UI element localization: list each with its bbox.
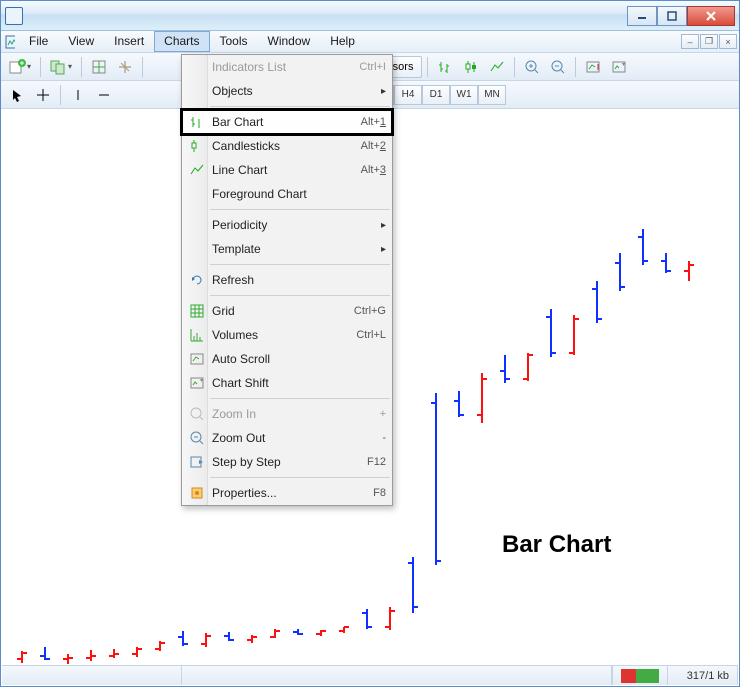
menu-line-chart[interactable]: Line Chart Alt+3 [182, 158, 392, 182]
horizontal-line-button[interactable] [92, 84, 116, 106]
menu-file[interactable]: File [19, 31, 58, 52]
line-chart-button[interactable] [485, 56, 509, 78]
menu-properties[interactable]: Properties...F8 [182, 481, 392, 505]
cursor-button[interactable] [5, 84, 29, 106]
menu-auto-scroll[interactable]: Auto Scroll [182, 347, 392, 371]
status-kb: 317/1 kb [668, 666, 738, 685]
menu-periodicity[interactable]: Periodicity▸ [182, 213, 392, 237]
menu-indicators-list[interactable]: Indicators ListCtrl+I [182, 55, 392, 79]
market-watch-button[interactable] [87, 56, 111, 78]
connection-icon [621, 669, 659, 683]
auto-scroll-button[interactable] [581, 56, 605, 78]
menu-insert[interactable]: Insert [104, 31, 154, 52]
minimize-button[interactable] [627, 6, 657, 26]
mdi-close-button[interactable]: × [719, 34, 737, 49]
zoom-out-button[interactable] [546, 56, 570, 78]
profiles-button[interactable]: ▾ [46, 56, 76, 78]
timeframe-w1[interactable]: W1 [450, 85, 478, 105]
crosshair-button[interactable] [31, 84, 55, 106]
menu-candlesticks[interactable]: Candlesticks Alt+2 [182, 134, 392, 158]
titlebar[interactable] [1, 1, 739, 31]
mdi-restore-button[interactable]: ❐ [700, 34, 718, 49]
chart-overlay-label: Bar Chart [502, 531, 611, 559]
auto-scroll-icon [186, 350, 208, 368]
menu-refresh[interactable]: Refresh [182, 268, 392, 292]
statusbar: 317/1 kb [2, 665, 738, 685]
menu-zoom-out[interactable]: Zoom Out- [182, 426, 392, 450]
menu-step-by-step[interactable]: Step by StepF12 [182, 450, 392, 474]
navigator-button[interactable] [113, 56, 137, 78]
vertical-line-button[interactable] [66, 84, 90, 106]
menu-foreground-chart[interactable]: Foreground Chart [182, 182, 392, 206]
menu-view[interactable]: View [58, 31, 104, 52]
candlestick-button[interactable] [459, 56, 483, 78]
bar-chart-button[interactable] [433, 56, 457, 78]
volumes-icon [186, 326, 208, 344]
menu-template[interactable]: Template▸ [182, 237, 392, 261]
timeframe-mn[interactable]: MN [478, 85, 506, 105]
properties-icon [186, 484, 208, 502]
timeframe-h4[interactable]: H4 [394, 85, 422, 105]
menu-objects[interactable]: Objects▸ [182, 79, 392, 103]
maximize-button[interactable] [657, 6, 687, 26]
menu-charts[interactable]: Charts [154, 31, 209, 52]
zoom-in-button[interactable] [520, 56, 544, 78]
grid-icon [186, 302, 208, 320]
menu-tools[interactable]: Tools [210, 31, 258, 52]
timeframe-d1[interactable]: D1 [422, 85, 450, 105]
menu-window[interactable]: Window [258, 31, 321, 52]
zoom-in-icon [186, 405, 208, 423]
line-chart-icon [186, 161, 208, 179]
menubar: FileViewInsertChartsToolsWindowHelp – ❐ … [1, 31, 739, 53]
zoom-out-icon [186, 429, 208, 447]
step-icon [186, 453, 208, 471]
candlestick-icon [186, 137, 208, 155]
menu-grid[interactable]: GridCtrl+G [182, 299, 392, 323]
refresh-icon [186, 271, 208, 289]
chart-shift-button[interactable] [607, 56, 631, 78]
bar-chart-icon [186, 113, 208, 131]
charts-menu: Indicators ListCtrl+I Objects▸ Bar Chart… [181, 54, 393, 506]
close-button[interactable] [687, 6, 735, 26]
chart-shift-icon [186, 374, 208, 392]
menu-zoom-in[interactable]: Zoom In+ [182, 402, 392, 426]
menu-bar-chart[interactable]: Bar Chart Alt+1 [182, 110, 392, 134]
mdi-minimize-button[interactable]: – [681, 34, 699, 49]
app-menu-icon[interactable] [1, 31, 19, 52]
menu-volumes[interactable]: VolumesCtrl+L [182, 323, 392, 347]
menu-chart-shift[interactable]: Chart Shift [182, 371, 392, 395]
new-chart-button[interactable]: ▾ [5, 56, 35, 78]
app-window: FileViewInsertChartsToolsWindowHelp – ❐ … [0, 0, 740, 687]
mdi-system-buttons: – ❐ × [681, 31, 739, 52]
app-icon [5, 7, 23, 25]
menu-help[interactable]: Help [320, 31, 365, 52]
